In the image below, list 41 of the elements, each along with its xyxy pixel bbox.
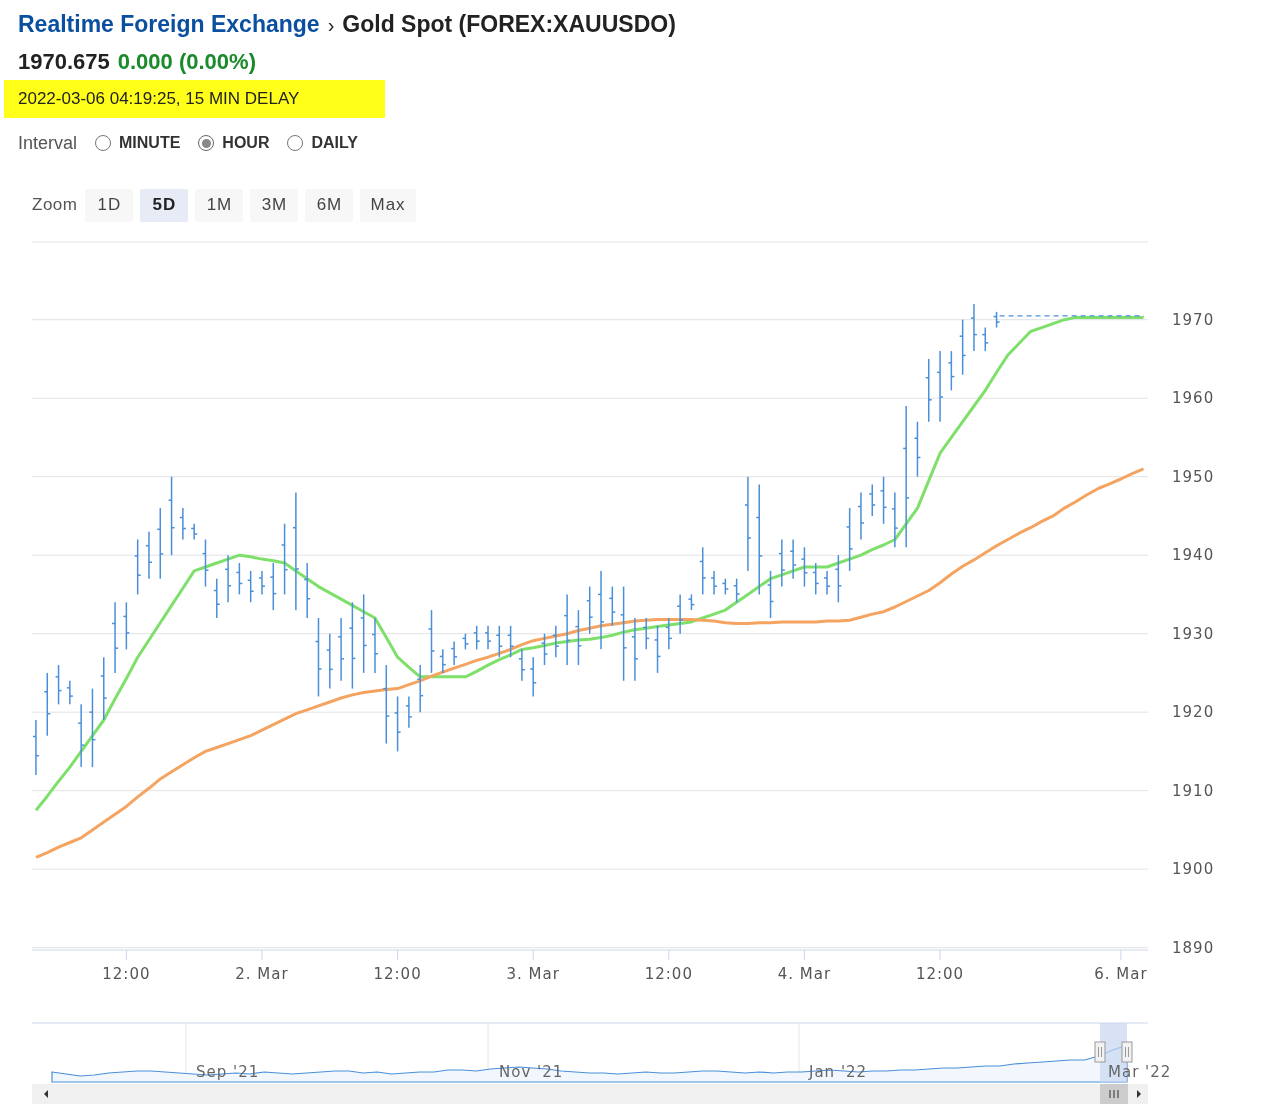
- y-axis-label: 1900: [1172, 860, 1215, 879]
- breadcrumb-link[interactable]: Realtime Foreign Exchange: [18, 8, 320, 40]
- y-axis-label: 1940: [1172, 546, 1215, 565]
- price: 1970.675: [18, 48, 110, 76]
- interval-radio[interactable]: HOUR: [198, 134, 270, 152]
- zoom-button[interactable]: 6M: [305, 188, 354, 222]
- interval-radio[interactable]: MINUTE: [95, 134, 181, 152]
- x-axis-label: 12:00: [644, 965, 693, 983]
- x-axis-label: 12:00: [102, 965, 151, 983]
- y-axis-label: 1960: [1172, 389, 1215, 408]
- scrollbar-thumb[interactable]: [1100, 1084, 1128, 1104]
- x-axis-label: 6. Mar: [1094, 965, 1148, 983]
- x-axis-label: 4. Mar: [777, 965, 832, 983]
- left-arrow-icon[interactable]: [44, 1090, 48, 1098]
- page-title: Gold Spot (FOREX:XAUUSDO): [342, 10, 676, 39]
- navigator-label: Mar '22: [1108, 1063, 1172, 1081]
- interval-label: Interval: [18, 132, 78, 154]
- y-axis-label: 1890: [1172, 938, 1215, 957]
- x-axis-label: 2. Mar: [235, 965, 289, 983]
- y-axis-label: 1970: [1172, 310, 1215, 329]
- y-axis-label: 1910: [1172, 781, 1215, 800]
- y-axis-label: 1920: [1172, 703, 1215, 722]
- timestamp: 2022-03-06 04:19:25, 15 MIN DELAY: [4, 80, 385, 118]
- scrollbar-track[interactable]: [32, 1084, 1148, 1104]
- breadcrumb-separator: ›: [327, 13, 335, 38]
- x-axis-label: 3. Mar: [506, 965, 560, 983]
- handle-icon[interactable]: [1094, 1041, 1106, 1063]
- y-axis-label: 1930: [1172, 624, 1215, 643]
- x-axis-label: 12:00: [373, 965, 422, 983]
- price-change: 0.000 (0.00%): [117, 48, 256, 76]
- y-axis-label: 1950: [1172, 467, 1215, 486]
- zoom-button[interactable]: Max: [360, 188, 416, 222]
- handle-icon[interactable]: [1121, 1041, 1133, 1063]
- x-axis-label: 12:00: [915, 965, 965, 983]
- zoom-button[interactable]: 3M: [250, 188, 299, 222]
- zoom-button[interactable]: 1D: [85, 188, 134, 222]
- right-arrow-icon[interactable]: [1137, 1090, 1141, 1098]
- zoom-label: Zoom: [32, 195, 78, 215]
- interval-radio[interactable]: DAILY: [287, 134, 358, 152]
- zoom-button[interactable]: 5D: [140, 188, 189, 222]
- zoom-button[interactable]: 1M: [195, 188, 244, 222]
